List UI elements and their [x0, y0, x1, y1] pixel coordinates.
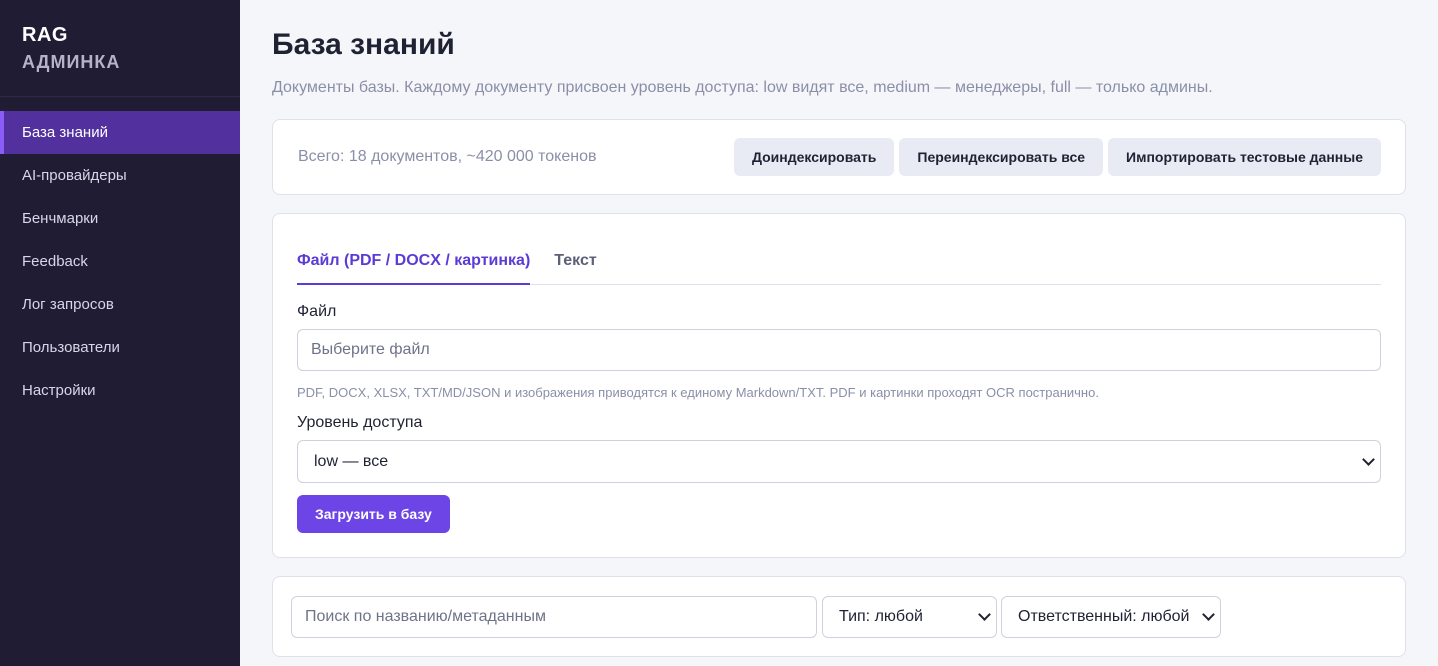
upload-button[interactable]: Загрузить в базу: [297, 495, 450, 533]
brand-subtitle: АДМИНКА: [22, 52, 121, 72]
stats-card: Всего: 18 документов, ~420 000 токенов Д…: [272, 119, 1406, 195]
brand-title: RAG: [22, 24, 68, 46]
sidebar-item-benchmarks[interactable]: Бенчмарки: [0, 197, 240, 240]
file-format-hint: PDF, DOCX, XLSX, TXT/MD/JSON и изображен…: [297, 385, 1099, 400]
sidebar-item-knowledge-base[interactable]: База знаний: [0, 111, 240, 154]
access-level-label: Уровень доступа: [297, 414, 423, 431]
type-filter-value: Тип: любой: [839, 608, 923, 625]
sidebar-item-settings[interactable]: Настройки: [0, 369, 240, 412]
documents-summary: Всего: 18 документов, ~420 000 токенов: [298, 148, 597, 165]
reindex-all-button[interactable]: Переиндексировать все: [899, 138, 1104, 176]
brand: RAG АДМИНКА: [0, 0, 240, 97]
main-content: База знаний Документы базы. Каждому доку…: [240, 0, 1438, 666]
access-level-select[interactable]: low — все: [297, 440, 1381, 483]
chevron-down-icon: [1202, 608, 1215, 621]
file-label: Файл: [297, 303, 337, 320]
tab-text[interactable]: Текст: [554, 238, 596, 285]
sidebar-item-feedback[interactable]: Feedback: [0, 240, 240, 283]
sidebar-item-ai-providers[interactable]: AI-провайдеры: [0, 154, 240, 197]
upload-card: Файл (PDF / DOCX / картинка) Текст Файл …: [272, 213, 1406, 558]
search-input[interactable]: Поиск по названию/метаданным: [291, 596, 817, 638]
owner-filter-value: Ответственный: любой: [1018, 608, 1190, 625]
page-title: База знаний: [272, 28, 455, 61]
sidebar-item-users[interactable]: Пользователи: [0, 326, 240, 369]
type-filter-select[interactable]: Тип: любой: [822, 596, 997, 638]
access-level-value: low — все: [314, 453, 389, 470]
chevron-down-icon: [1362, 452, 1375, 466]
sidebar: RAG АДМИНКА База знаний AI-провайдеры Бе…: [0, 0, 240, 666]
import-test-data-button[interactable]: Импортировать тестовые данные: [1108, 138, 1381, 176]
index-actions: Доиндексировать Переиндексировать все Им…: [733, 138, 1381, 176]
filter-card: Поиск по названию/метаданным Тип: любой …: [272, 576, 1406, 657]
tab-file[interactable]: Файл (PDF / DOCX / картинка): [297, 238, 531, 285]
sidebar-item-request-log[interactable]: Лог запросов: [0, 283, 240, 326]
page-subtitle: Документы базы. Каждому документу присво…: [272, 79, 1213, 96]
reindex-missing-button[interactable]: Доиндексировать: [733, 138, 895, 176]
file-input[interactable]: Выберите файл: [297, 329, 1381, 371]
chevron-down-icon: [978, 608, 991, 621]
sidebar-nav: База знаний AI-провайдеры Бенчмарки Feed…: [0, 111, 240, 412]
upload-tabs: Файл (PDF / DOCX / картинка) Текст: [297, 238, 1381, 285]
owner-filter-select[interactable]: Ответственный: любой: [1001, 596, 1221, 638]
